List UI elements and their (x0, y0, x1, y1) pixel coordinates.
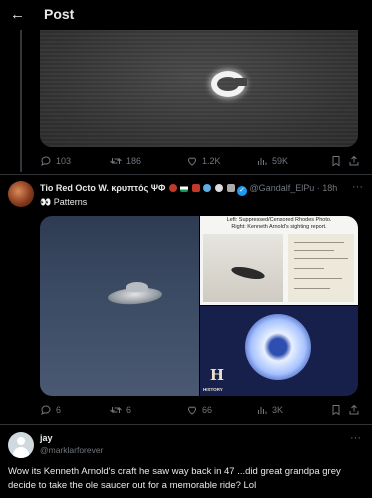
bookmark-button[interactable] (330, 404, 342, 416)
history-logo: H (209, 366, 225, 384)
thread-line (20, 30, 22, 172)
heart-icon (187, 406, 197, 415)
retweet-icon (110, 158, 122, 164)
like-count: 66 (202, 405, 213, 415)
more-options-icon[interactable]: ··· (352, 181, 363, 193)
palestine-flag-icon (180, 184, 189, 192)
rhodes-photo (203, 234, 283, 302)
post-media-grid[interactable]: Left: Suppressed/Censored Rhodes Photo. … (40, 216, 358, 396)
retweet-icon (110, 407, 122, 413)
views-chart-icon (258, 158, 267, 165)
default-avatar-head (17, 437, 25, 445)
box-emoji-icon (226, 184, 235, 192)
saucer-dome (126, 282, 148, 292)
doc-line (294, 268, 324, 269)
share-icon (349, 404, 359, 415)
share-button[interactable] (348, 155, 360, 167)
page-title: Post (44, 6, 75, 22)
views-button[interactable]: 59K (256, 155, 288, 167)
views-count: 59K (272, 156, 289, 166)
heart-icon (187, 157, 197, 166)
image-background (40, 30, 358, 147)
drop-emoji-icon (203, 184, 212, 192)
post-divider (0, 174, 372, 175)
dark-disc-object (230, 264, 266, 282)
post-text: Wow its Kenneth Arnold's craft he saw wa… (8, 466, 341, 491)
post-actions: 6 6 66 3K (40, 404, 360, 422)
reply-icon (41, 405, 51, 416)
media-caption: Left: Suppressed/Censored Rhodes Photo. … (226, 217, 332, 230)
author-name[interactable]: Tio Red Octo W. κρυπτός ΨΦ (40, 183, 165, 193)
sparkle-emoji-icon (215, 184, 223, 192)
doc-line (294, 278, 342, 279)
bookmark-button[interactable] (330, 155, 342, 167)
bookmark-icon (332, 405, 340, 416)
doc-line (294, 242, 344, 243)
like-button[interactable]: 1.2K (186, 155, 221, 167)
post-actions: 103 186 1.2K 59K (40, 155, 360, 173)
media-saucer-photo[interactable] (40, 216, 199, 396)
default-avatar-body (13, 447, 29, 458)
flag-red-icon (191, 184, 200, 192)
back-arrow-icon[interactable]: ← (10, 6, 25, 23)
glowing-orb (245, 314, 311, 380)
verified-badge-icon: ✓ (237, 186, 248, 196)
ring-gap (235, 78, 247, 86)
bookmark-icon (332, 156, 340, 167)
media-history-glow[interactable]: H HISTORY (200, 306, 358, 396)
doc-line (294, 288, 330, 289)
views-chart-icon (258, 407, 267, 414)
author-handle[interactable]: @Gandalf_ElPu (250, 183, 315, 193)
avatar[interactable] (8, 432, 34, 458)
reply-button[interactable]: 6 (40, 404, 61, 416)
post-time[interactable]: · 18h (317, 183, 338, 193)
top-bar: ← Post (0, 0, 372, 30)
media-rhodes-comparison[interactable]: Left: Suppressed/Censored Rhodes Photo. … (200, 216, 358, 305)
like-count: 1.2K (202, 156, 221, 166)
reply-icon (41, 156, 51, 167)
rose-emoji-icon (168, 184, 177, 192)
reply-count: 6 (56, 405, 62, 415)
history-logo-text: HISTORY (203, 387, 223, 392)
share-button[interactable] (348, 404, 360, 416)
post-text: 👀 Patterns (40, 197, 88, 207)
post-author-line: Tio Red Octo W. κρυπτός ΨΦ ✓ @Gandalf_El… (40, 183, 337, 196)
sighting-report-document (288, 234, 354, 302)
doc-line (294, 258, 348, 259)
reply-button[interactable]: 103 (40, 155, 71, 167)
post-image-ufo-ring[interactable] (40, 30, 358, 147)
retweet-count: 6 (126, 405, 132, 415)
author-handle[interactable]: @marklarforever (40, 445, 103, 455)
retweet-button[interactable]: 6 (110, 404, 131, 416)
reply-count: 103 (56, 156, 72, 166)
post-divider (0, 424, 372, 425)
like-button[interactable]: 66 (186, 404, 212, 416)
share-icon (349, 155, 359, 166)
views-button[interactable]: 3K (256, 404, 283, 416)
views-count: 3K (272, 405, 284, 415)
author-name[interactable]: jay (40, 433, 53, 443)
more-options-icon[interactable]: ··· (350, 432, 361, 444)
doc-line (294, 250, 334, 251)
avatar[interactable] (8, 181, 34, 207)
retweet-button[interactable]: 186 (110, 155, 141, 167)
retweet-count: 186 (126, 156, 142, 166)
